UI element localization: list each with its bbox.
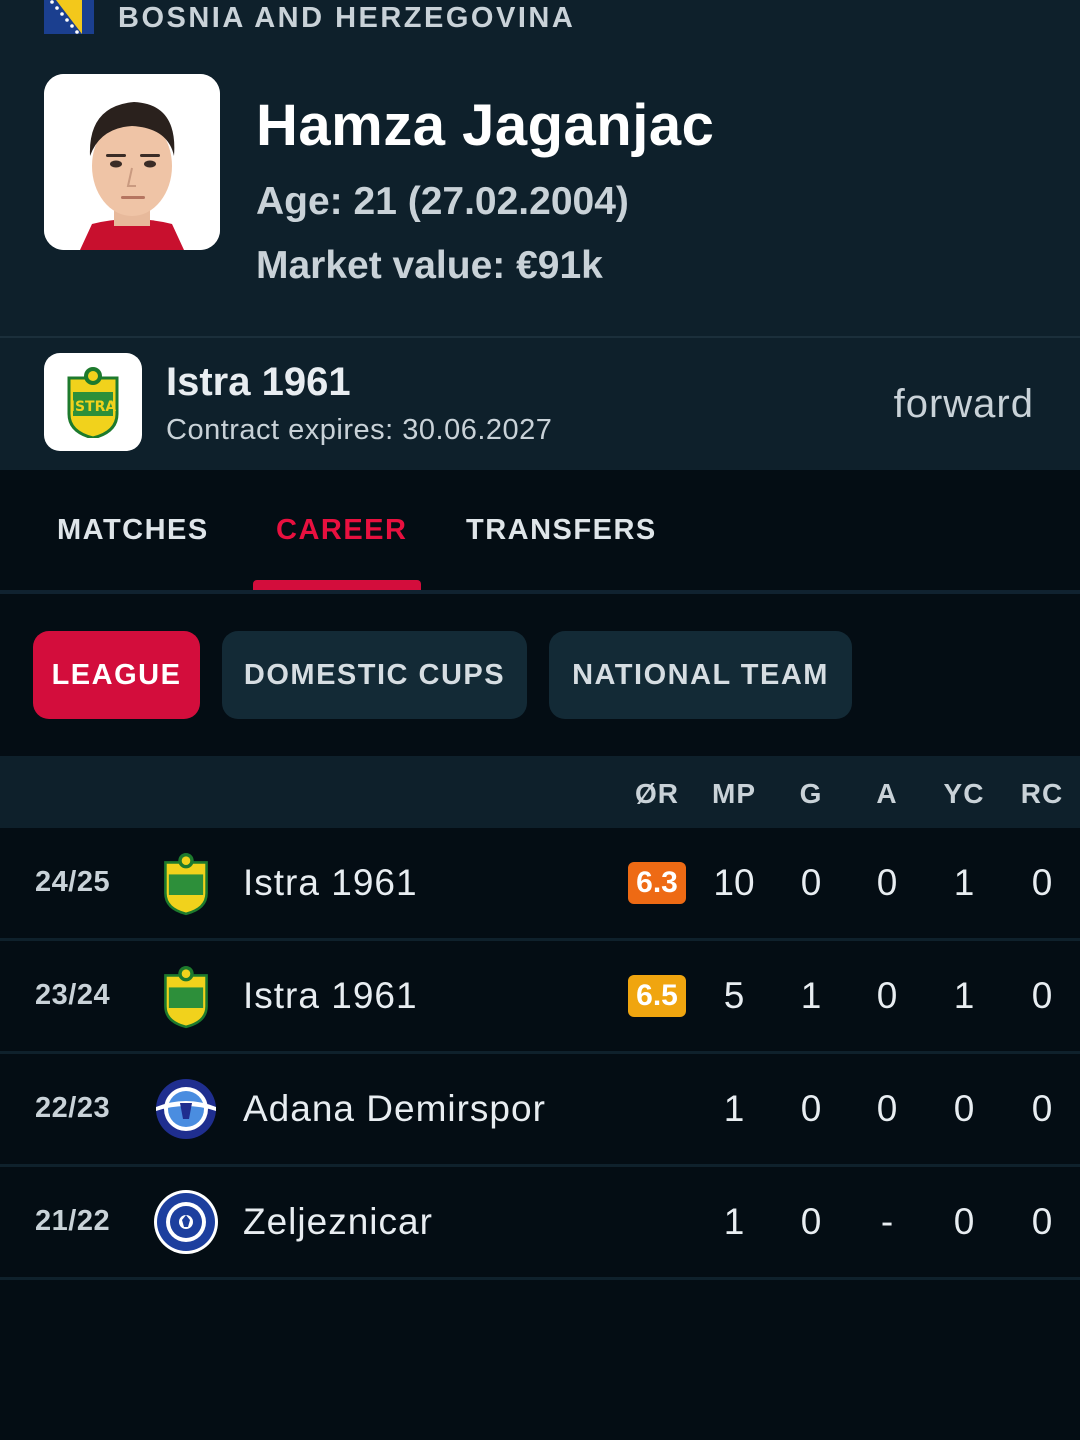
table-row[interactable]: 21/22 Zeljeznicar 1 0 - 0 0 bbox=[0, 1167, 1080, 1280]
yellow-cards: 1 bbox=[953, 975, 975, 1016]
team-name: Istra 1961 bbox=[243, 975, 418, 1016]
red-cards: 0 bbox=[1031, 975, 1053, 1016]
yellow-cards: 0 bbox=[953, 1088, 975, 1129]
player-age: Age: 21 (27.02.2004) bbox=[256, 180, 629, 223]
career-table-header: ØR MP G A YC RC bbox=[0, 756, 1080, 828]
club-name: Istra 1961 bbox=[166, 360, 351, 404]
yellow-cards: 0 bbox=[953, 1201, 975, 1242]
filter-league[interactable]: LEAGUE bbox=[33, 631, 200, 719]
season: 22/23 bbox=[35, 1092, 111, 1124]
matches-played: 1 bbox=[723, 1088, 745, 1129]
player-position: forward bbox=[893, 382, 1034, 426]
tab-career[interactable]: CAREER bbox=[276, 514, 407, 547]
season: 24/25 bbox=[35, 866, 111, 898]
rating-badge: 6.5 bbox=[628, 975, 686, 1017]
tab-transfers[interactable]: TRANSFERS bbox=[466, 514, 657, 547]
assists: 0 bbox=[876, 975, 898, 1016]
player-market-value: Market value: €91k bbox=[256, 244, 603, 287]
team-name: Zeljeznicar bbox=[243, 1201, 433, 1242]
svg-text:ISTRA: ISTRA bbox=[70, 399, 117, 415]
red-cards: 0 bbox=[1031, 1088, 1053, 1129]
istra-1961-logo-icon bbox=[153, 850, 219, 916]
red-cards: 0 bbox=[1031, 862, 1053, 903]
tab-matches[interactable]: MATCHES bbox=[57, 514, 209, 547]
column-matches-played: MP bbox=[712, 778, 756, 809]
adana-demirspor-logo-icon bbox=[153, 1076, 219, 1142]
bosnia-flag-icon bbox=[44, 0, 94, 34]
red-cards: 0 bbox=[1031, 1201, 1053, 1242]
goals: 0 bbox=[800, 862, 822, 903]
active-tab-indicator bbox=[253, 580, 421, 590]
assists: 0 bbox=[876, 862, 898, 903]
matches-played: 1 bbox=[723, 1201, 745, 1242]
rating-badge: 6.3 bbox=[628, 862, 686, 904]
matches-played: 10 bbox=[713, 862, 755, 903]
zeljeznicar-logo-icon bbox=[153, 1189, 219, 1255]
assists: 0 bbox=[876, 1088, 898, 1129]
player-country: BOSNIA AND HERZEGOVINA bbox=[118, 2, 576, 34]
filter-domestic-cups[interactable]: DOMESTIC CUPS bbox=[222, 631, 527, 719]
player-photo bbox=[44, 74, 220, 250]
team-name: Adana Demirspor bbox=[243, 1088, 546, 1129]
goals: 0 bbox=[800, 1201, 822, 1242]
column-rating: ØR bbox=[635, 778, 679, 809]
season: 21/22 bbox=[35, 1205, 111, 1237]
player-name: Hamza Jaganjac bbox=[256, 93, 715, 158]
column-red-cards: RC bbox=[1020, 778, 1064, 809]
tab-bar: MATCHES CAREER TRANSFERS bbox=[0, 470, 1080, 592]
season: 23/24 bbox=[35, 979, 111, 1011]
tabs-divider bbox=[0, 590, 1080, 594]
player-header: BOSNIA AND HERZEGOVINA Hamza Jaganjac Ag… bbox=[0, 0, 1080, 336]
istra-1961-logo-icon bbox=[153, 963, 219, 1029]
goals: 1 bbox=[800, 975, 822, 1016]
column-assists: A bbox=[876, 778, 898, 809]
current-club-row[interactable]: ISTRA Istra 1961 Contract expires: 30.06… bbox=[0, 338, 1080, 470]
istra-1961-logo-icon: ISTRA bbox=[44, 353, 142, 451]
table-row[interactable]: 22/23 Adana Demirspor 1 0 0 0 0 bbox=[0, 1054, 1080, 1167]
column-yellow-cards: YC bbox=[943, 778, 985, 809]
assists: - bbox=[880, 1201, 894, 1242]
yellow-cards: 1 bbox=[953, 862, 975, 903]
column-goals: G bbox=[799, 778, 823, 809]
table-row[interactable]: 24/25 Istra 1961 6.3 10 0 0 1 0 bbox=[0, 828, 1080, 941]
goals: 0 bbox=[800, 1088, 822, 1129]
contract-expiry: Contract expires: 30.06.2027 bbox=[166, 414, 553, 446]
table-row[interactable]: 23/24 Istra 1961 6.5 5 1 0 1 0 bbox=[0, 941, 1080, 1054]
filter-national-team[interactable]: NATIONAL TEAM bbox=[549, 631, 852, 719]
matches-played: 5 bbox=[723, 975, 745, 1016]
row-divider bbox=[0, 1277, 1080, 1280]
team-name: Istra 1961 bbox=[243, 862, 418, 903]
